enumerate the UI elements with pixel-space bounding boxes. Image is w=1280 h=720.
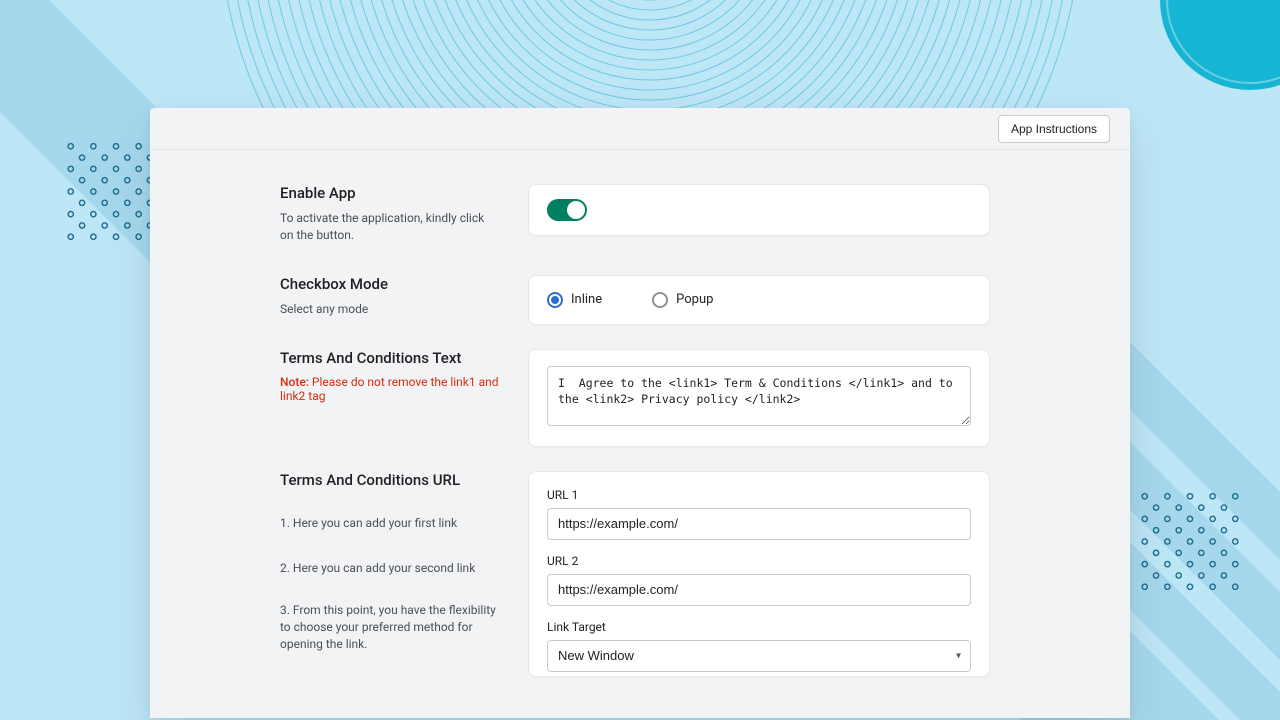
terms-text-note-label: Note: xyxy=(280,375,309,389)
url1-label: URL 1 xyxy=(547,488,971,502)
link-target-select[interactable]: New Window xyxy=(547,640,971,672)
toggle-knob xyxy=(567,201,585,219)
radio-popup-label: Popup xyxy=(676,292,713,307)
url2-label: URL 2 xyxy=(547,554,971,568)
link-target-label: Link Target xyxy=(547,620,971,634)
enable-app-title: Enable App xyxy=(280,184,500,202)
terms-text-note-text: Please do not remove the link1 and link2… xyxy=(280,375,499,403)
panel-header: App Instructions xyxy=(150,108,1130,150)
radio-popup[interactable]: Popup xyxy=(652,292,713,308)
url1-input[interactable] xyxy=(547,508,971,540)
terms-url-title: Terms And Conditions URL xyxy=(280,471,500,489)
enable-app-desc: To activate the application, kindly clic… xyxy=(280,210,500,245)
panel-body: Enable App To activate the application, … xyxy=(150,150,1130,718)
radio-inline[interactable]: Inline xyxy=(547,292,602,308)
radio-dot-icon xyxy=(652,292,668,308)
terms-text-note: Note: Please do not remove the link1 and… xyxy=(280,375,500,403)
section-enable-app: Enable App To activate the application, … xyxy=(280,184,990,251)
enable-app-toggle[interactable] xyxy=(547,199,587,221)
section-terms-url: Terms And Conditions URL 1. Here you can… xyxy=(280,471,990,677)
checkbox-mode-radiogroup: Inline Popup xyxy=(547,292,971,308)
checkbox-mode-title: Checkbox Mode xyxy=(280,275,500,293)
section-terms-text: Terms And Conditions Text Note: Please d… xyxy=(280,349,990,447)
terms-url-help-3: 3. From this point, you have the flexibi… xyxy=(280,602,500,654)
terms-url-help-2: 2. Here you can add your second link xyxy=(280,560,500,577)
app-instructions-button[interactable]: App Instructions xyxy=(998,115,1110,143)
radio-inline-label: Inline xyxy=(571,292,602,307)
radio-dot-icon xyxy=(547,292,563,308)
checkbox-mode-desc: Select any mode xyxy=(280,301,500,318)
terms-text-title: Terms And Conditions Text xyxy=(280,349,500,367)
terms-url-help-1: 1. Here you can add your first link xyxy=(280,515,500,532)
settings-panel: App Instructions Enable App To activate … xyxy=(150,108,1130,718)
terms-text-textarea[interactable] xyxy=(547,366,971,426)
url2-input[interactable] xyxy=(547,574,971,606)
section-checkbox-mode: Checkbox Mode Select any mode Inline Pop… xyxy=(280,275,990,325)
